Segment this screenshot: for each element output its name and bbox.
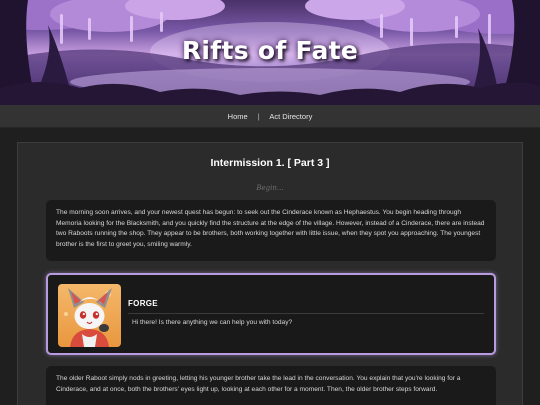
narration-text: The older Raboot simply nods in greeting… <box>56 375 461 393</box>
begin-marker: Begin... <box>256 184 284 192</box>
speaker-name: FORGE <box>128 299 158 308</box>
raboot-portrait-icon <box>58 284 121 347</box>
narration-box: The morning soon arrives, and your newes… <box>46 200 496 261</box>
speaker-divider <box>128 313 484 314</box>
narration-text: The morning soon arrives, and your newes… <box>56 209 485 248</box>
nav-link-act-directory[interactable]: Act Directory <box>269 112 312 121</box>
site-title: Rifts of Fate <box>181 36 359 65</box>
chapter-title: Intermission 1. [ Part 3 ] <box>210 157 330 169</box>
top-nav: Home | Act Directory <box>0 105 540 128</box>
story-panel: Intermission 1. [ Part 3 ] Begin... The … <box>17 142 523 405</box>
narration-box: The older Raboot simply nods in greeting… <box>46 366 496 405</box>
dialogue-box: FORGE Hi there! Is there anything we can… <box>46 273 496 355</box>
nav-link-home[interactable]: Home <box>228 112 248 121</box>
dialogue-text: Hi there! Is there anything we can help … <box>132 319 293 326</box>
page: Rifts of Fate Home | Act Directory Inter… <box>0 0 540 405</box>
header-banner: Rifts of Fate <box>0 0 540 105</box>
nav-separator: | <box>257 112 260 121</box>
